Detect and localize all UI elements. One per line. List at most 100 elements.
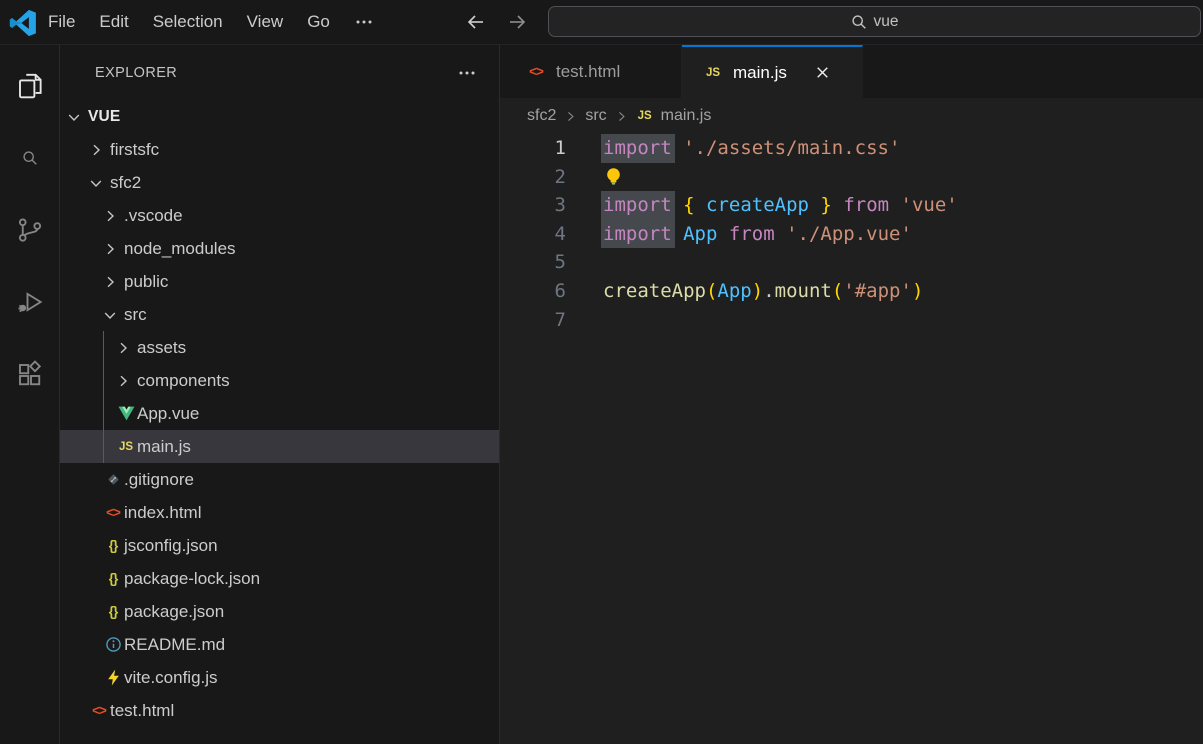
chevron-down-icon (88, 175, 110, 191)
tree-item-package-json[interactable]: {}package.json (60, 595, 499, 628)
explorer-actions-ellipsis-icon[interactable] (457, 63, 477, 83)
breadcrumb-src[interactable]: src (585, 107, 606, 125)
breadcrumb-label: src (585, 107, 606, 125)
code-line-6: createApp(App).mount('#app') (603, 277, 1203, 306)
tree-item-vue[interactable]: VUE (60, 100, 499, 133)
tree-item-label: test.html (110, 701, 174, 721)
breadcrumb-sfc2[interactable]: sfc2 (527, 107, 556, 125)
html-icon: <> (102, 505, 124, 520)
source-control-icon (15, 215, 45, 245)
tree-item-label: firstsfc (110, 140, 159, 160)
token-string: 'vue' (901, 191, 958, 220)
title-bar: File Edit Selection View Go vue (0, 0, 1203, 45)
code-line-7 (603, 306, 1203, 335)
token-keyword: import (603, 220, 672, 249)
command-center-search[interactable]: vue (548, 6, 1201, 37)
chevron-right-icon (102, 274, 124, 290)
tree-item-sfc2[interactable]: sfc2 (60, 166, 499, 199)
line-number-gutter[interactable]: 1234567 (500, 134, 578, 744)
tree-item-label: package-lock.json (124, 569, 260, 589)
tree-item-label: VUE (88, 108, 120, 126)
tree-item-app-vue[interactable]: App.vue (60, 397, 499, 430)
tree-item-label: public (124, 272, 168, 292)
tree-item-assets[interactable]: assets (60, 331, 499, 364)
tree-item--vscode[interactable]: .vscode (60, 199, 499, 232)
tree-item-index-html[interactable]: <>index.html (60, 496, 499, 529)
tree-item-label: main.js (137, 437, 191, 457)
chevron-right-icon (115, 340, 137, 356)
tab-main-js[interactable]: JSmain.js (682, 45, 863, 98)
chevron-right-icon (564, 110, 577, 123)
token-keyword: import (603, 191, 672, 220)
activitybar-search[interactable] (0, 122, 60, 194)
menu-item-go[interactable]: Go (307, 12, 330, 32)
js-icon: JS (115, 441, 137, 453)
vue-icon (115, 406, 137, 421)
line-number: 5 (500, 248, 566, 277)
git-icon (102, 471, 124, 488)
tree-item-vite-config-js[interactable]: vite.config.js (60, 661, 499, 694)
js-icon: JS (636, 110, 654, 122)
code-line-3: import { createApp } from 'vue' (603, 191, 1203, 220)
tree-item-src[interactable]: src (60, 298, 499, 331)
tree-item-package-lock-json[interactable]: {}package-lock.json (60, 562, 499, 595)
tree-item-label: .vscode (124, 206, 183, 226)
token-text (717, 220, 728, 249)
tab-label: test.html (556, 62, 620, 82)
workbench: EXPLORER VUEfirstsfcsfc2.vscodenode_modu… (0, 45, 1203, 744)
tree-item-label: package.json (124, 602, 224, 622)
tree-item-readme-md[interactable]: README.md (60, 628, 499, 661)
vite-icon (102, 669, 124, 686)
chevron-right-icon (615, 110, 628, 123)
vscode-window: File Edit Selection View Go vue EXPLORER… (0, 0, 1203, 744)
tree-item-node-modules[interactable]: node_modules (60, 232, 499, 265)
token-bracket: } (820, 191, 831, 220)
tree-item-main-js[interactable]: JSmain.js (60, 430, 499, 463)
json-icon: {} (102, 604, 124, 619)
line-number: 4 (500, 220, 566, 249)
menu-item-file[interactable]: File (48, 12, 75, 32)
info-icon (102, 636, 124, 653)
json-icon: {} (102, 571, 124, 586)
activitybar-source-control[interactable] (0, 194, 60, 266)
navigate-forward-icon[interactable] (505, 10, 529, 34)
tree-item-components[interactable]: components (60, 364, 499, 397)
tree-item-test-html[interactable]: <>test.html (60, 694, 499, 727)
token-bracket: ( (832, 277, 843, 306)
token-variable: App (717, 277, 751, 306)
tab-test-html[interactable]: <>test.html (500, 45, 682, 98)
activitybar-explorer[interactable] (0, 50, 60, 122)
navigate-back-icon[interactable] (464, 10, 488, 34)
activitybar-run-and-debug[interactable] (0, 266, 60, 338)
tree-item-label: components (137, 371, 230, 391)
lightbulb-icon[interactable] (603, 166, 625, 187)
js-icon: JS (702, 67, 724, 79)
token-string: './assets/main.css' (683, 134, 900, 163)
token-bracket: ) (912, 277, 923, 306)
close-icon[interactable] (814, 64, 831, 81)
token-variable: App (683, 220, 717, 249)
token-text (809, 191, 820, 220)
code-line-1: import './assets/main.css' (603, 134, 1203, 163)
code-editor[interactable]: 1234567 import './assets/main.css'import… (500, 134, 1203, 744)
menu-bar: File Edit Selection View Go (48, 0, 374, 44)
menu-item-edit[interactable]: Edit (99, 12, 128, 32)
menu-item-view[interactable]: View (247, 12, 284, 32)
search-icon (851, 14, 867, 30)
code-line-5 (603, 248, 1203, 277)
chevron-right-icon (102, 208, 124, 224)
more-menus-ellipsis-icon[interactable] (354, 12, 374, 32)
activitybar-extensions[interactable] (0, 338, 60, 410)
tree-item-firstsfc[interactable]: firstsfc (60, 133, 499, 166)
token-punct: . (763, 277, 774, 306)
tree-item-label: index.html (124, 503, 201, 523)
explorer-sidebar: EXPLORER VUEfirstsfcsfc2.vscodenode_modu… (60, 45, 500, 744)
breadcrumb-main-js[interactable]: JSmain.js (636, 107, 712, 125)
tree-item--gitignore[interactable]: .gitignore (60, 463, 499, 496)
vscode-logo-icon (9, 9, 37, 37)
tree-item-jsconfig-json[interactable]: {}jsconfig.json (60, 529, 499, 562)
menu-item-selection[interactable]: Selection (153, 12, 223, 32)
chevron-right-icon (88, 142, 110, 158)
line-number: 3 (500, 191, 566, 220)
tree-item-public[interactable]: public (60, 265, 499, 298)
